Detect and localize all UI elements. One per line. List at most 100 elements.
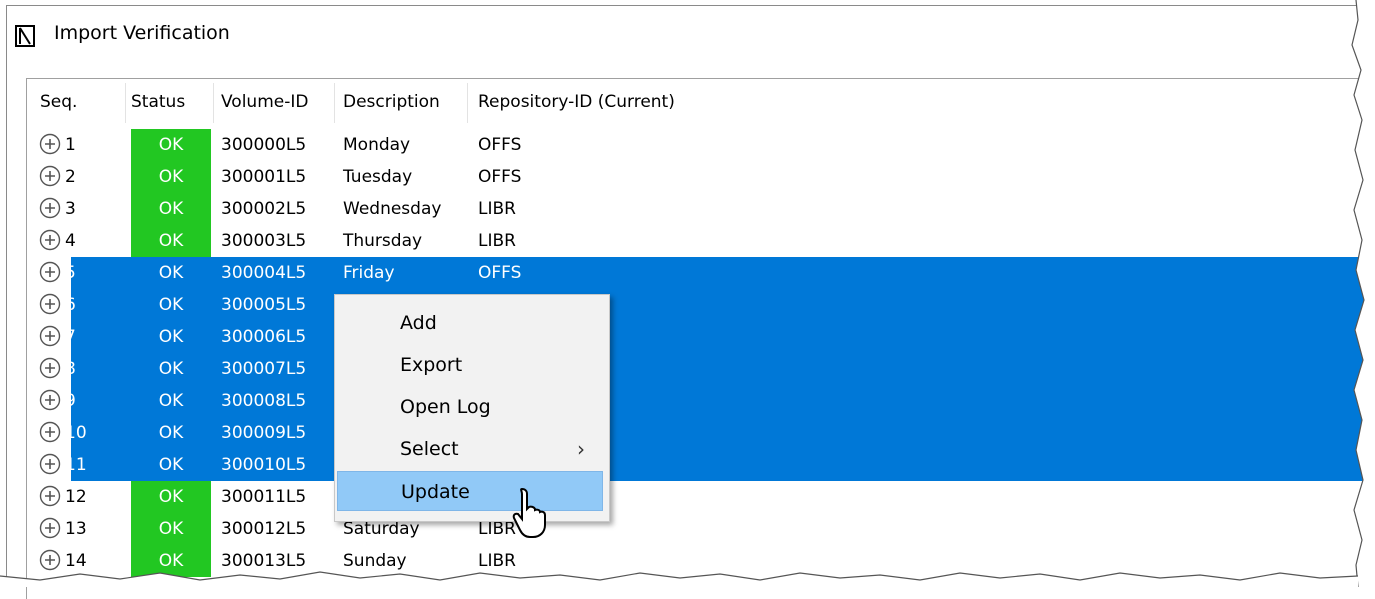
menu-item-label: Select [400,438,459,460]
repository-id-cell: OFFS [478,167,522,187]
seq-cell: 12 [65,487,87,507]
expand-plus-icon[interactable] [39,421,61,443]
status-cell: OK [158,295,184,315]
menu-item-label: Update [401,481,470,503]
table-row[interactable]: 2 OK 300001L5 Tuesday OFFS [27,161,1367,193]
status-cell: OK [158,359,184,379]
volume-id-cell: 300003L5 [221,231,307,251]
expand-plus-icon[interactable] [39,229,61,251]
volume-id-cell: 300009L5 [221,423,307,443]
expand-plus-icon[interactable] [39,165,61,187]
column-header-description[interactable]: Description [343,79,440,125]
expand-plus-icon[interactable] [39,389,61,411]
volume-id-cell: 300001L5 [221,167,307,187]
description-cell: Thursday [343,231,423,251]
table-row[interactable]: 9 OK 300008L5 [27,385,1367,417]
repository-id-cell: OFFS [478,263,522,283]
seq-cell: 14 [65,551,87,571]
column-header-status[interactable]: Status [131,79,185,125]
menu-item-label: Open Log [400,396,491,418]
context-menu: Add Export Open Log Select › Update [334,294,610,522]
column-divider[interactable] [125,83,126,123]
volume-id-cell: 300007L5 [221,359,307,379]
status-cell: OK [158,263,184,283]
seq-cell: 2 [65,167,76,187]
column-header-seq[interactable]: Seq. [40,79,77,125]
expand-plus-icon[interactable] [39,485,61,507]
table-row[interactable]: 4 OK 300003L5 Thursday LIBR [27,225,1367,257]
expand-plus-icon[interactable] [39,133,61,155]
volume-id-cell: 300013L5 [221,551,307,571]
volume-id-cell: 300000L5 [221,135,307,155]
description-cell: Wednesday [343,199,442,219]
column-divider[interactable] [213,83,214,123]
window-title: Import Verification [54,22,230,44]
seq-cell: 11 [65,455,87,475]
table-row[interactable]: 7 OK 300006L5 [27,321,1367,353]
verification-list[interactable]: Seq. Status Volume-ID Description Reposi… [26,78,1367,599]
seq-cell: 7 [65,327,76,347]
volume-id-cell: 300012L5 [221,519,307,539]
menu-item-label: Add [400,312,437,334]
volume-id-cell: 300011L5 [221,487,307,507]
volume-id-cell: 300010L5 [221,455,307,475]
status-cell: OK [131,513,211,545]
table-row[interactable]: 10 OK 300009L5 [27,417,1367,449]
volume-id-cell: 300004L5 [221,263,307,283]
table-row[interactable]: 5 OK 300004L5 Friday OFFS [27,257,1367,289]
column-header-volume-id[interactable]: Volume-ID [221,79,308,125]
column-divider[interactable] [467,83,468,123]
volume-id-cell: 300006L5 [221,327,307,347]
menu-item-select[interactable]: Select › [337,429,603,469]
table-row[interactable]: 13 OK 300012L5 Saturday LIBR [27,513,1367,545]
menu-item-open-log[interactable]: Open Log [337,387,603,427]
volume-id-cell: 300002L5 [221,199,307,219]
repository-id-cell: LIBR [478,199,516,219]
table-row[interactable]: 3 OK 300002L5 Wednesday LIBR [27,193,1367,225]
menu-item-update[interactable]: Update [337,471,603,511]
seq-cell: 4 [65,231,76,251]
seq-cell: 1 [65,135,76,155]
repository-id-cell: LIBR [478,551,516,571]
volume-id-cell: 300008L5 [221,391,307,411]
expand-plus-icon[interactable] [39,261,61,283]
expand-plus-icon[interactable] [39,293,61,315]
status-cell: OK [131,193,211,225]
table-row[interactable]: 8 OK 300007L5 [27,353,1367,385]
table-row[interactable]: 6 OK 300005L5 [27,289,1367,321]
table-row[interactable]: 1 OK 300000L5 Monday OFFS [27,129,1367,161]
description-cell: Friday [343,263,395,283]
menu-item-add[interactable]: Add [337,303,603,343]
mouse-pointer-icon [512,487,546,538]
description-cell: Tuesday [343,167,413,187]
expand-plus-icon[interactable] [39,549,61,571]
expand-plus-icon[interactable] [39,197,61,219]
status-cell: OK [131,225,211,257]
seq-cell: 13 [65,519,87,539]
chevron-right-icon: › [577,437,585,461]
expand-plus-icon[interactable] [39,453,61,475]
title-bar: Import Verification [7,6,1357,56]
status-cell: OK [131,481,211,513]
seq-cell: 9 [65,391,76,411]
status-cell: OK [131,545,211,577]
description-cell: Monday [343,135,411,155]
status-cell: OK [158,455,184,475]
table-row[interactable]: 14 OK 300013L5 Sunday LIBR [27,545,1367,577]
menu-item-export[interactable]: Export [337,345,603,385]
table-row[interactable]: 12 OK 300011L5 [27,481,1367,513]
status-cell: OK [131,129,211,161]
column-divider[interactable] [334,83,335,123]
seq-cell: 8 [65,359,76,379]
expand-plus-icon[interactable] [39,517,61,539]
status-cell: OK [131,161,211,193]
volume-id-cell: 300005L5 [221,295,307,315]
expand-plus-icon[interactable] [39,357,61,379]
seq-cell: 5 [65,263,76,283]
column-header-repository-id[interactable]: Repository-ID (Current) [478,79,675,125]
status-cell: OK [158,327,184,347]
menu-item-label: Export [400,354,463,376]
expand-plus-icon[interactable] [39,325,61,347]
table-row[interactable]: 11 OK 300010L5 [27,449,1367,481]
seq-cell: 6 [65,295,76,315]
